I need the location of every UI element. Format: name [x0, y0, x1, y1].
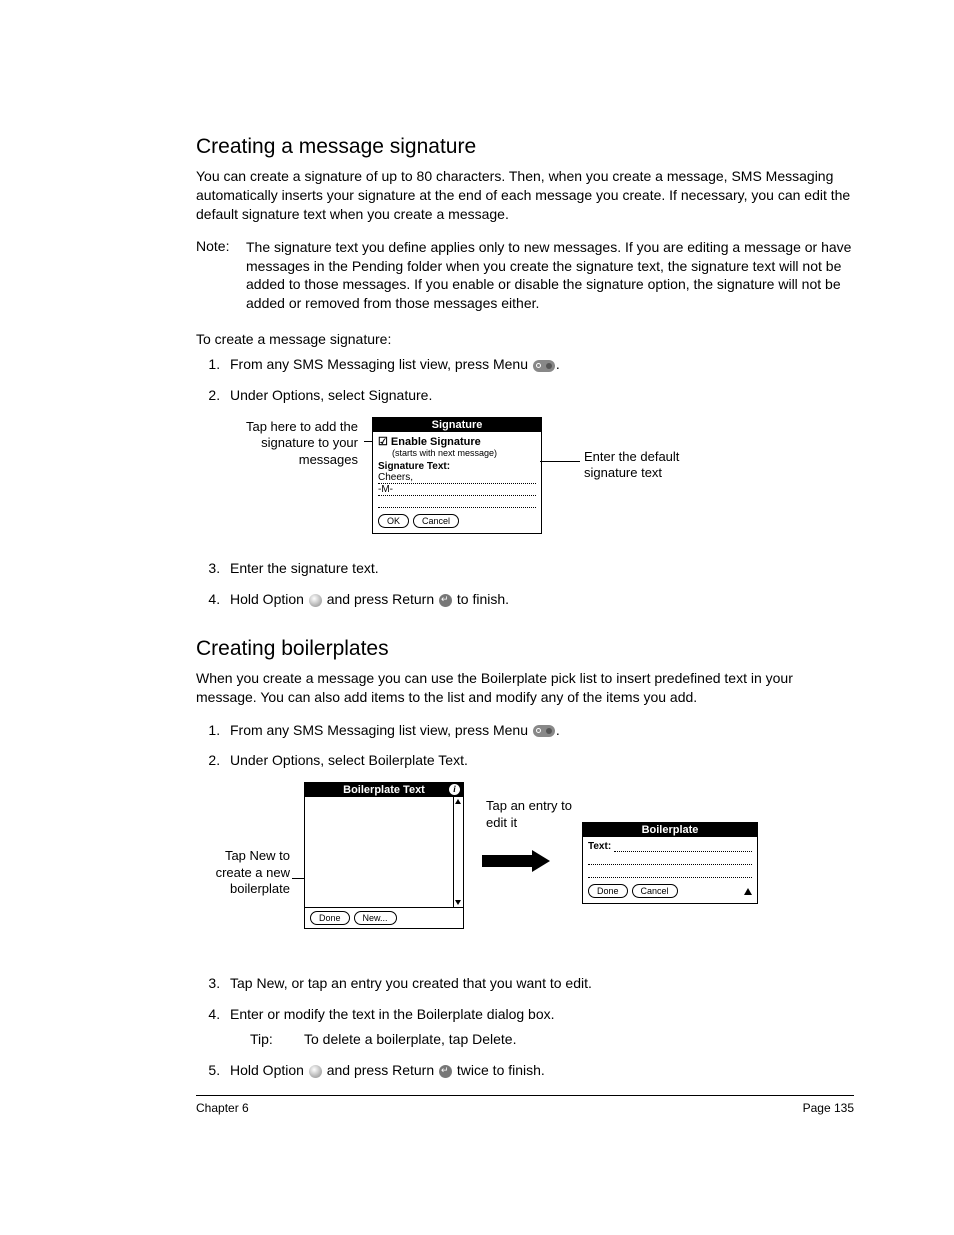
signature-text-line3[interactable]	[378, 496, 536, 508]
menu-icon	[533, 360, 555, 372]
steps-signature: From any SMS Messaging list view, press …	[196, 355, 854, 405]
page-footer: Chapter 6 Page 135	[196, 1095, 854, 1115]
text-field-line1[interactable]	[614, 841, 752, 852]
text-field-line3[interactable]	[588, 867, 752, 878]
steps-signature-cont: Enter the signature text. Hold Option an…	[196, 559, 854, 609]
steps-boilerplate: From any SMS Messaging list view, press …	[196, 721, 854, 771]
note-label: Note:	[196, 238, 246, 314]
footer-page: Page 135	[803, 1101, 854, 1115]
text-label: Text:	[588, 841, 611, 852]
done-button[interactable]: Done	[310, 911, 350, 925]
bp-callout-left: Tap New to create a new boilerplate	[190, 848, 290, 897]
note-row: Note: The signature text you define appl…	[196, 238, 854, 314]
boilerplate-text-dialog: Boilerplate Text i Done New...	[304, 782, 464, 929]
footer-chapter: Chapter 6	[196, 1101, 249, 1115]
steps-boilerplate-cont: Tap New, or tap an entry you created tha…	[196, 974, 854, 1080]
arrow-icon	[482, 850, 552, 872]
cancel-button[interactable]: Cancel	[413, 514, 459, 528]
scrollbar[interactable]	[454, 797, 463, 907]
tip-body: To delete a boilerplate, tap Delete.	[304, 1030, 516, 1049]
intro-boilerplates: When you create a message you can use th…	[196, 669, 854, 707]
cancel-button-2[interactable]: Cancel	[632, 884, 678, 898]
bp-step-3: Tap New, or tap an entry you created tha…	[224, 974, 854, 993]
boilerplate-diagram: Tap New to create a new boilerplate Boil…	[196, 782, 854, 962]
heading-signature: Creating a message signature	[196, 135, 854, 159]
bp-step-2: Under Options, select Boilerplate Text.	[224, 751, 854, 770]
note-body: The signature text you define applies on…	[246, 238, 854, 314]
subhead-create-signature: To create a message signature:	[196, 331, 854, 347]
option-icon	[309, 1065, 322, 1078]
tip-row: Tip: To delete a boilerplate, tap Delete…	[250, 1030, 854, 1049]
document-page: Creating a message signature You can cre…	[0, 0, 954, 1235]
enable-signature-subtext: (starts with next message)	[392, 448, 536, 458]
heading-boilerplates: Creating boilerplates	[196, 637, 854, 661]
ok-button[interactable]: OK	[378, 514, 409, 528]
return-icon	[439, 594, 452, 607]
boilerplate-edit-dialog: Boilerplate Text: Done Cancel	[582, 822, 758, 904]
step-4: Hold Option and press Return to finish.	[224, 590, 854, 609]
enable-signature-checkbox[interactable]: ☑ Enable Signature	[378, 435, 536, 448]
bp-edit-title: Boilerplate	[583, 823, 757, 837]
new-button[interactable]: New...	[354, 911, 397, 925]
dialog-title: Signature	[373, 418, 541, 432]
return-icon	[439, 1065, 452, 1078]
signature-text-line1[interactable]: Cheers,	[378, 472, 536, 484]
signature-text-label: Signature Text:	[378, 461, 536, 472]
boilerplate-list[interactable]	[305, 797, 454, 907]
signature-dialog: Signature ☑ Enable Signature (starts wit…	[372, 417, 542, 534]
step-2: Under Options, select Signature.	[224, 386, 854, 405]
callout-left: Tap here to add the signature to your me…	[218, 419, 358, 468]
step-1: From any SMS Messaging list view, press …	[224, 355, 854, 374]
signature-text-line2[interactable]: -M-	[378, 484, 536, 496]
info-icon[interactable]: i	[449, 784, 460, 795]
tip-label: Tip:	[250, 1030, 304, 1049]
shift-up-icon[interactable]	[744, 888, 752, 895]
bp-step-1: From any SMS Messaging list view, press …	[224, 721, 854, 740]
signature-diagram: Tap here to add the signature to your me…	[196, 417, 854, 547]
bp-step-4: Enter or modify the text in the Boilerpl…	[224, 1005, 854, 1049]
step-3: Enter the signature text.	[224, 559, 854, 578]
bp-callout-tap: Tap an entry to edit it	[486, 798, 586, 831]
text-field-line2[interactable]	[588, 854, 752, 865]
option-icon	[309, 594, 322, 607]
menu-icon	[533, 725, 555, 737]
done-button-2[interactable]: Done	[588, 884, 628, 898]
callout-right: Enter the default signature text	[584, 449, 724, 482]
intro-signature: You can create a signature of up to 80 c…	[196, 167, 854, 224]
callout-line-right	[540, 461, 580, 462]
bp-dialog-title: Boilerplate Text i	[305, 783, 463, 797]
bp-step-5: Hold Option and press Return twice to fi…	[224, 1061, 854, 1080]
